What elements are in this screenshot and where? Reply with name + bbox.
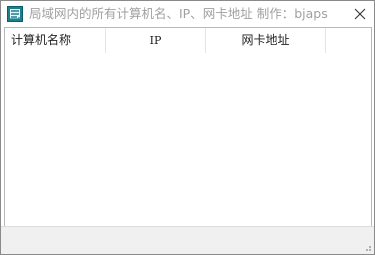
app-icon: [7, 6, 23, 22]
main-window: 局域网内的所有计算机名、IP、网卡地址 制作：bjaps 计算机名称 IP 网卡…: [0, 0, 375, 255]
column-header-computer-name[interactable]: 计算机名称: [5, 28, 106, 53]
computer-list[interactable]: 计算机名称 IP 网卡地址: [4, 27, 372, 227]
title-bar[interactable]: 局域网内的所有计算机名、IP、网卡地址 制作：bjaps: [1, 1, 374, 27]
column-header-filler: [326, 28, 371, 53]
resize-grip-icon[interactable]: [362, 242, 372, 252]
column-header-mac-address[interactable]: 网卡地址: [206, 28, 326, 53]
list-header: 计算机名称 IP 网卡地址: [5, 28, 371, 53]
column-header-ip[interactable]: IP: [106, 28, 206, 53]
close-icon: [354, 8, 366, 20]
close-button[interactable]: [346, 1, 374, 27]
window-title: 局域网内的所有计算机名、IP、网卡地址 制作：bjaps: [29, 6, 328, 21]
status-bar: [1, 226, 374, 254]
